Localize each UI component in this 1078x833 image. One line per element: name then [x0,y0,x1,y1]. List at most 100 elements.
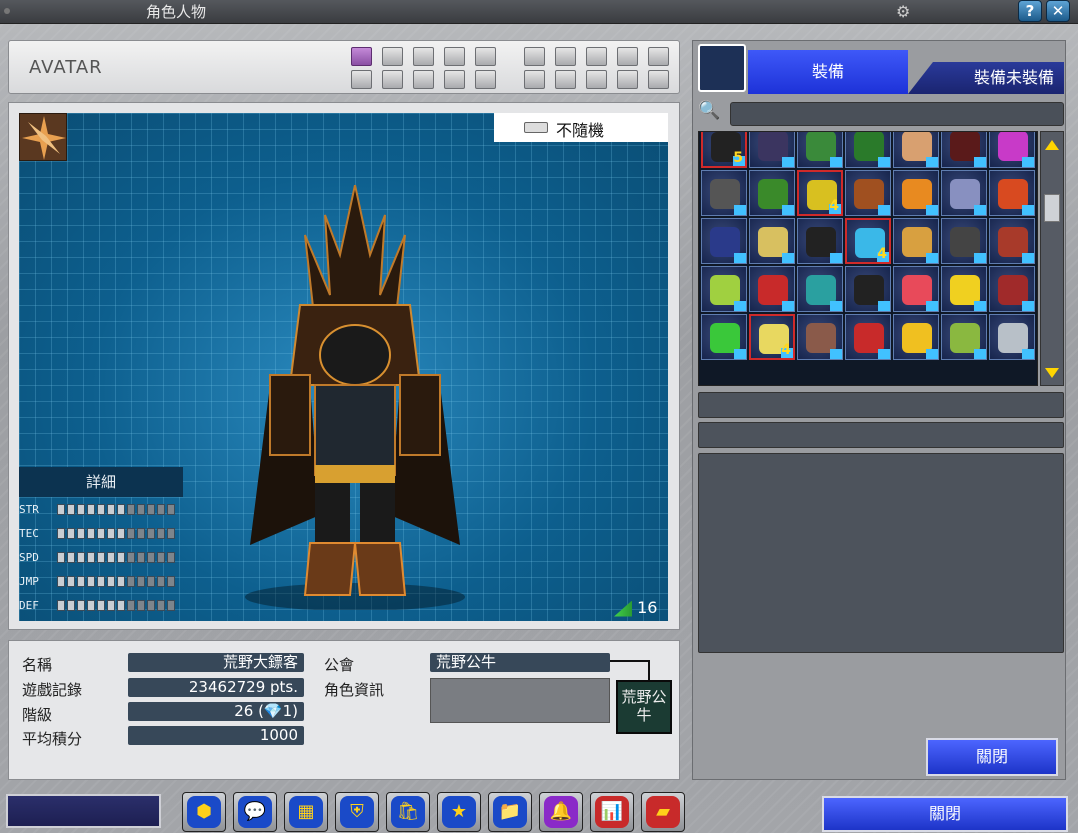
avatar-slot[interactable] [444,70,465,89]
stat-row: TEC [19,527,183,541]
inventory-item[interactable] [845,132,891,168]
inventory-item[interactable] [989,266,1035,312]
tab-unequipped[interactable]: 裝備未裝備 [908,62,1064,94]
rank-label: 階級 [22,706,53,724]
avatar-slot[interactable] [648,47,669,66]
toolbar-button[interactable]: 🛍 [386,792,430,832]
avatar-slot[interactable] [524,70,545,89]
avatar-slot[interactable] [648,70,669,89]
item-grid: 5 4 4 4 [701,132,1035,360]
inventory-item[interactable] [989,314,1035,360]
avatar-slot[interactable] [586,70,607,89]
inventory-item[interactable] [941,266,987,312]
inventory-item[interactable] [845,170,891,216]
avatar-slot[interactable] [555,47,576,66]
inventory-close-button[interactable]: 關閉 [926,738,1058,776]
inventory-item[interactable] [749,266,795,312]
inventory-item[interactable] [701,218,747,264]
inventory-item[interactable] [941,314,987,360]
toolbar-button[interactable]: 💬 [233,792,277,832]
scroll-down-icon[interactable] [1045,368,1059,378]
inventory-item[interactable] [701,266,747,312]
toolbar-button[interactable]: ⬢ [182,792,226,832]
toolbar-button[interactable]: ★ [437,792,481,832]
inventory-item[interactable] [989,132,1035,168]
inventory-item[interactable]: 4 [749,314,795,360]
inventory-item[interactable] [749,218,795,264]
inventory-item[interactable] [797,314,843,360]
avatar-slot[interactable] [382,70,403,89]
toolbar-button[interactable]: 🔔 [539,792,583,832]
tab-equip[interactable]: 裝備 [748,50,908,94]
inventory-item[interactable] [893,314,939,360]
avatar-slot[interactable] [413,47,434,66]
random-checkbox[interactable] [524,122,548,133]
stat-bar-segment [107,528,115,539]
toolbar-button[interactable]: 📊 [590,792,634,832]
inventory-item[interactable] [989,218,1035,264]
stat-bar-segment [97,504,105,515]
stat-bar-segment [157,552,165,563]
inventory-item[interactable] [989,170,1035,216]
settings-icon[interactable]: ⚙ [896,2,918,21]
search-input[interactable] [730,102,1064,126]
avatar-slot[interactable] [351,47,372,66]
inventory-item[interactable] [941,170,987,216]
avatar-slot[interactable] [475,70,496,89]
window-menu-icon[interactable] [4,8,10,14]
stat-bar-segment [157,528,165,539]
inventory-item[interactable]: 4 [797,170,843,216]
avatar-slot[interactable] [475,47,496,66]
inventory-item[interactable] [893,218,939,264]
inventory-item[interactable] [845,314,891,360]
inventory-item[interactable] [893,170,939,216]
close-button[interactable]: 關閉 [822,796,1068,832]
toolbar-button[interactable]: ▰ [641,792,685,832]
inventory-item[interactable] [845,266,891,312]
avatar-slot[interactable] [382,47,403,66]
inventory-item[interactable]: 5 [701,132,747,168]
rank-value: 26 (💎1) [128,702,304,721]
avatar-slot[interactable] [617,47,638,66]
avatar-slot[interactable] [524,47,545,66]
toolbar-button[interactable]: 📁 [488,792,532,832]
toolbar-button[interactable]: ⛨ [335,792,379,832]
stats-title[interactable]: 詳細 [19,467,183,497]
avatar-slot[interactable] [444,47,465,66]
search-icon[interactable]: 🔍 [698,100,722,124]
inventory-item[interactable] [797,132,843,168]
inventory-item[interactable] [893,132,939,168]
inventory-item[interactable] [749,132,795,168]
random-toggle[interactable]: 不隨機 [494,113,668,142]
item-badge-icon [926,157,938,167]
random-label: 不隨機 [556,121,605,140]
avatar-slot[interactable] [555,70,576,89]
item-scrollbar[interactable] [1040,131,1064,386]
inventory-item[interactable]: 4 [845,218,891,264]
inventory-item[interactable] [797,266,843,312]
avatar-slot[interactable] [586,47,607,66]
name-label: 名稱 [22,656,53,674]
scroll-thumb[interactable] [1044,194,1060,222]
help-button[interactable]: ? [1018,0,1042,22]
guild-emblem[interactable]: 荒野公牛 [616,680,672,734]
inventory-item[interactable] [701,170,747,216]
inventory-item[interactable] [941,132,987,168]
toolbar-button[interactable]: ▦ [284,792,328,832]
inventory-item[interactable] [893,266,939,312]
scroll-up-icon[interactable] [1045,140,1059,150]
chat-icon: 💬 [238,796,272,828]
avatar-slot[interactable] [351,70,372,89]
chat-input[interactable] [6,794,161,828]
stat-bar [57,600,175,611]
avatar-slot[interactable] [617,70,638,89]
inventory-item[interactable] [749,170,795,216]
inventory-category-icon[interactable] [698,44,746,92]
avatar-slot[interactable] [413,70,434,89]
inventory-item[interactable] [941,218,987,264]
item-badge-icon [830,157,842,167]
inventory-item[interactable] [797,218,843,264]
stat-bar-segment [87,576,95,587]
inventory-item[interactable] [701,314,747,360]
close-window-button[interactable]: ✕ [1046,0,1070,22]
